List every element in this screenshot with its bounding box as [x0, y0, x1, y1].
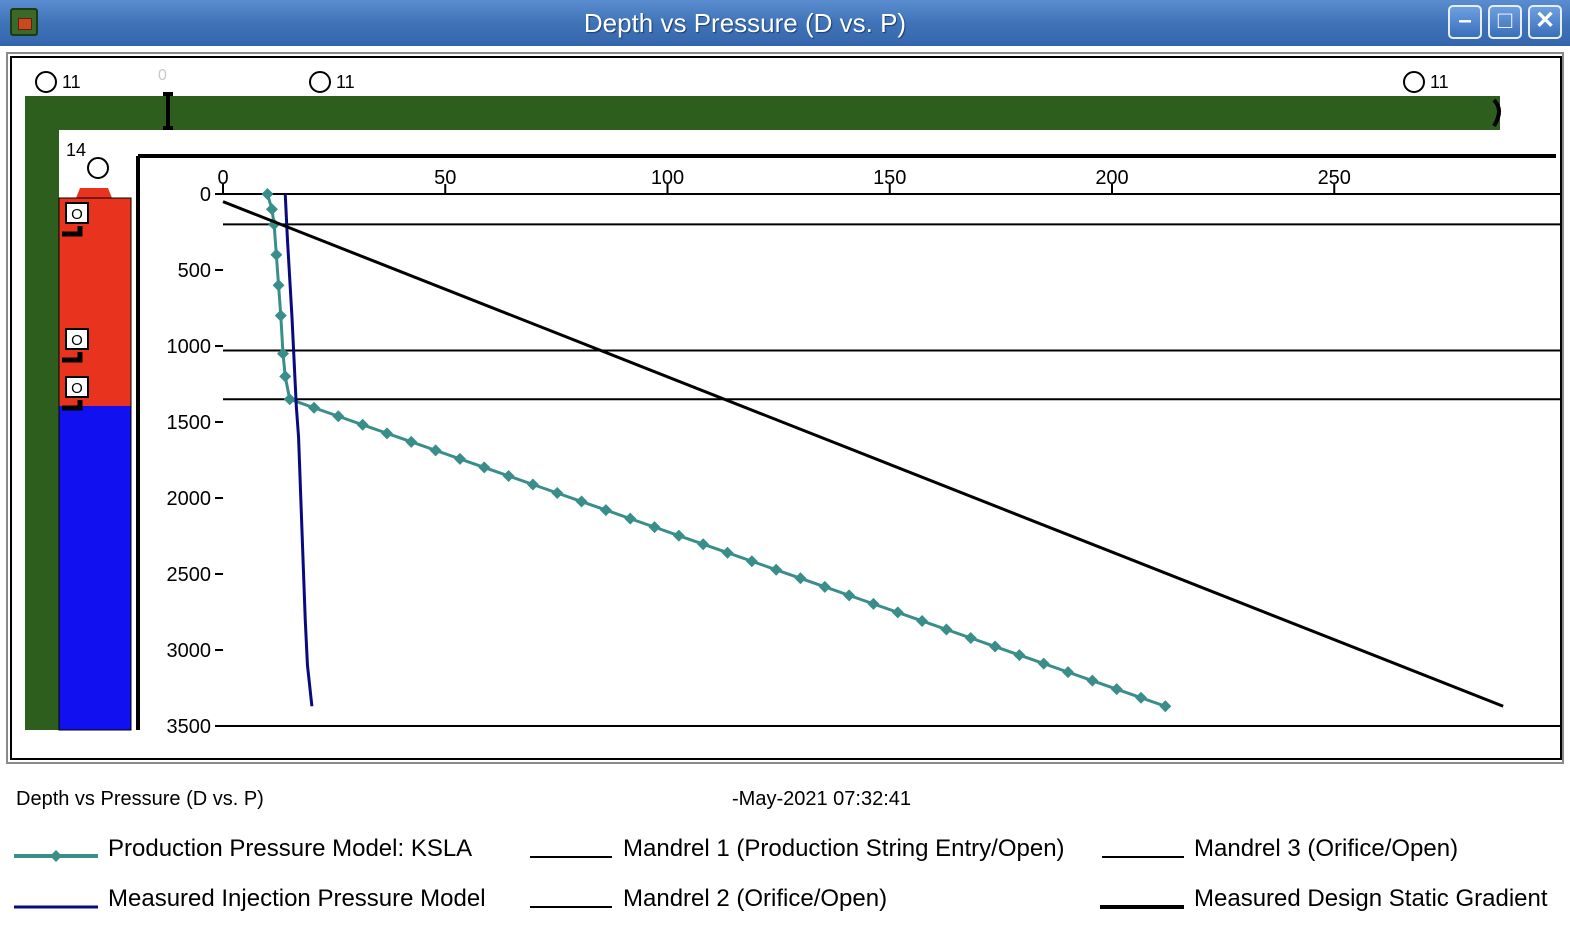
series-point — [380, 427, 393, 440]
series-point — [283, 393, 296, 406]
series-point — [964, 632, 977, 645]
mandrel-label: O — [71, 206, 83, 223]
mandrel-label: O — [71, 380, 83, 397]
series-point — [270, 248, 283, 261]
series-point — [940, 623, 953, 636]
series-point — [794, 572, 807, 585]
series-line-2 — [283, 193, 314, 707]
series-point — [1062, 666, 1075, 679]
footer-timestamp: -May-2021 07:32:41 — [732, 788, 912, 810]
tubing-string — [25, 96, 59, 730]
legend-swatch-injection — [14, 905, 98, 909]
y-tick-label: 1000 — [167, 336, 212, 358]
series-point — [429, 444, 442, 457]
x-tick-label: 200 — [1095, 167, 1128, 189]
chart-grid — [223, 193, 1560, 727]
series-point — [1037, 657, 1050, 670]
surface-line — [25, 96, 1500, 130]
footer-chart-title: Depth vs Pressure (D vs. P) — [16, 788, 264, 810]
series-point — [1135, 691, 1148, 704]
series-point — [916, 614, 929, 627]
legend-item-mandrel-3: Mandrel 3 (Orifice/Open) — [1194, 835, 1459, 862]
y-tick-label: 2000 — [167, 488, 212, 510]
series-point — [843, 589, 856, 602]
series-point — [307, 401, 320, 414]
legend-swatch-mandrel-3 — [1102, 856, 1184, 858]
y-tick-label: 0 — [200, 184, 211, 206]
series-point — [261, 188, 274, 200]
side-label: 14 — [66, 140, 86, 160]
valve-label: 0 — [158, 67, 167, 84]
node-label: 11 — [62, 72, 81, 92]
legend-swatch-static-gradient — [1100, 905, 1184, 909]
x-axis: 0 50 100 150 200 250 — [217, 167, 1351, 194]
x-tick-label: 0 — [217, 167, 228, 189]
y-tick-label: 3000 — [167, 640, 212, 662]
legend-item-static-gradient: Measured Design Static Gradient — [1194, 885, 1548, 912]
series-point — [332, 410, 345, 423]
node-circle-icon[interactable] — [309, 71, 331, 93]
series-point — [356, 418, 369, 431]
series-point — [1110, 683, 1123, 696]
gas-column-top — [59, 188, 131, 198]
y-tick-label: 2500 — [167, 564, 212, 586]
series-point — [770, 563, 783, 576]
legend-swatch-production — [14, 850, 98, 862]
series-point — [989, 640, 1002, 653]
series-point — [624, 512, 637, 525]
mandrel-label: O — [71, 332, 83, 349]
series-point — [1013, 649, 1026, 662]
node-circle-icon[interactable] — [35, 71, 57, 93]
y-tick-label: 1500 — [167, 412, 212, 434]
series-point — [672, 529, 685, 542]
x-tick-label: 150 — [873, 167, 906, 189]
series-point — [478, 461, 491, 474]
series-line-3 — [222, 200, 1504, 708]
legend-item-mandrel-2: Mandrel 2 (Orifice/Open) — [623, 885, 888, 912]
legend-item-production: Production Pressure Model: KSLA — [108, 835, 473, 862]
legend-item-injection: Measured Injection Pressure Model — [108, 885, 486, 912]
series-point — [1159, 700, 1172, 713]
series-point — [891, 606, 904, 619]
x-tick-label: 250 — [1318, 167, 1351, 189]
series-point — [818, 580, 831, 593]
legend-item-mandrel-1: Mandrel 1 (Production String Entry/Open) — [623, 835, 1065, 862]
series-point — [721, 546, 734, 559]
depth-pressure-chart[interactable]: 11 0 11 11 14 O O O 0 50 100 150 200 250 0 500… — [0, 0, 1570, 770]
node-circle-icon[interactable] — [87, 157, 109, 179]
series-point — [526, 478, 539, 491]
series-point — [648, 521, 661, 534]
x-tick-label: 100 — [651, 167, 684, 189]
series-point — [745, 555, 758, 568]
x-tick-label: 50 — [434, 167, 456, 189]
series-point — [272, 279, 285, 292]
series-point — [551, 487, 564, 500]
liquid-column — [59, 406, 131, 730]
y-axis: 0 500 1000 1500 2000 2500 3000 3500 — [167, 184, 223, 738]
node-circle-icon[interactable] — [1403, 71, 1425, 93]
series-point — [405, 435, 418, 448]
series-point — [274, 309, 287, 322]
gas-column — [59, 198, 131, 406]
series-point — [277, 347, 290, 360]
series-point — [502, 469, 515, 482]
legend-swatch-mandrel-2 — [530, 906, 612, 908]
series-point — [599, 504, 612, 517]
series-point — [265, 203, 278, 216]
series-point — [575, 495, 588, 508]
chart-series[interactable] — [222, 188, 1504, 713]
series-point — [697, 538, 710, 551]
node-label: 11 — [1430, 72, 1449, 92]
node-label: 11 — [336, 72, 355, 92]
y-tick-label: 3500 — [167, 716, 212, 738]
series-point — [453, 452, 466, 465]
series-point — [279, 370, 292, 383]
legend-swatch-mandrel-1 — [530, 856, 612, 858]
y-tick-label: 500 — [178, 260, 211, 282]
series-point — [867, 597, 880, 610]
series-point — [1086, 674, 1099, 687]
